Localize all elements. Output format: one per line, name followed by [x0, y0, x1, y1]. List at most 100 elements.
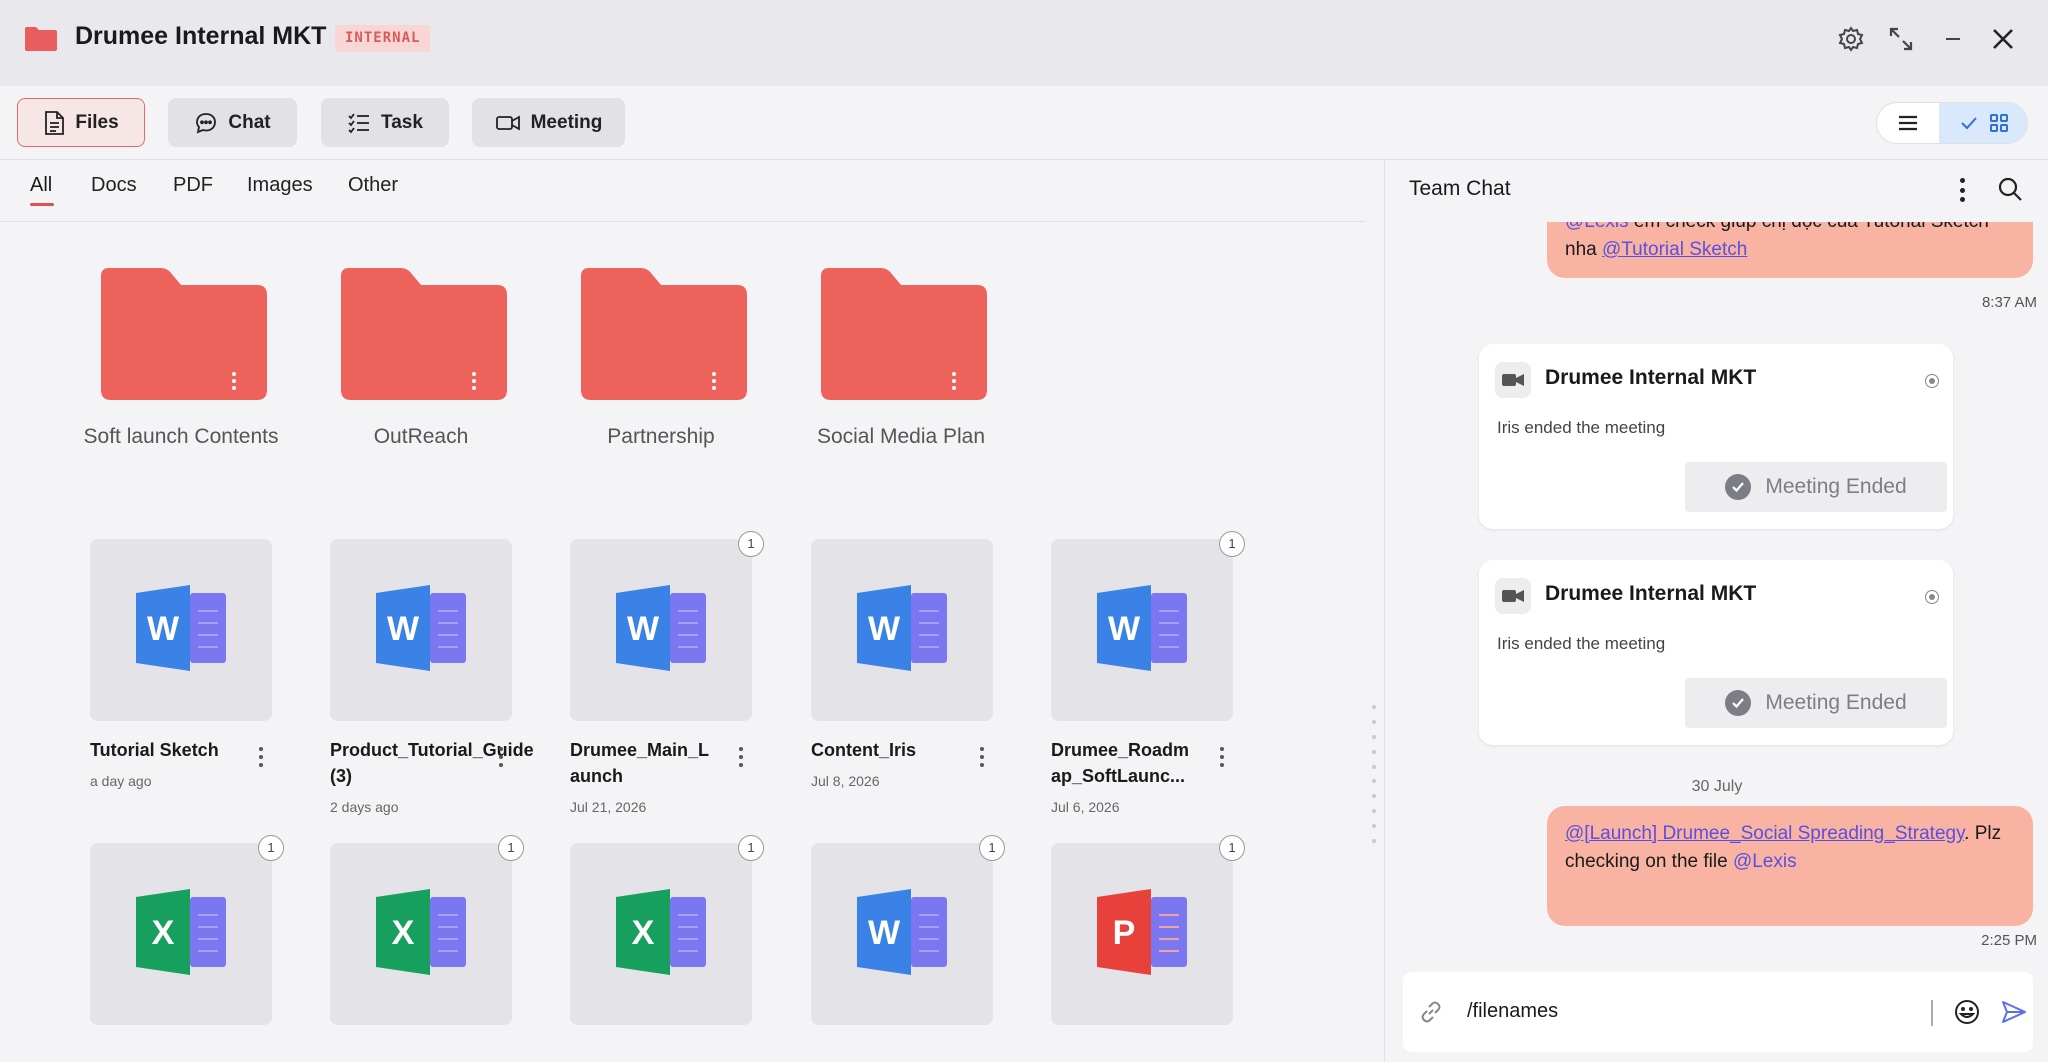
file-name: Product_Tutorial_Guide (3) [330, 740, 534, 786]
svg-text:W: W [868, 914, 901, 952]
word-doc-icon: W [616, 585, 706, 671]
filter-tab-images[interactable]: Images [247, 174, 313, 197]
excel-sheet-icon: X [376, 889, 466, 975]
folder-icon [25, 27, 57, 51]
folder-label: OutReach [373, 425, 469, 448]
svg-text:X: X [392, 914, 415, 952]
message-input[interactable] [1467, 994, 1897, 1028]
send-icon[interactable] [2001, 1000, 2027, 1024]
chat-button[interactable]: Chat [168, 98, 297, 147]
toolbar: Files Chat Task Meeting [0, 86, 2048, 160]
meeting-ended-label: Meeting Ended [1765, 691, 1907, 714]
grid-view-button[interactable] [1939, 103, 2027, 143]
mention-link[interactable]: @Tutorial Sketch [1602, 239, 1747, 260]
folder-label: Partnership [607, 425, 715, 448]
emoji-icon[interactable] [1953, 998, 1981, 1026]
chat-bubble-icon [196, 112, 217, 133]
word-doc-icon: W [136, 585, 226, 671]
file-name: Drumee_Main_Launch [570, 740, 710, 786]
files-button[interactable]: Files [17, 98, 145, 147]
word-doc-icon: W [1097, 585, 1187, 671]
meeting-title: Drumee Internal MKT [1545, 582, 1757, 605]
file-date: 2 days ago [330, 799, 399, 815]
folder-menu-icon[interactable] [711, 372, 717, 390]
svg-text:P: P [1113, 914, 1136, 952]
task-button-label: Task [381, 111, 423, 133]
message-composer [1403, 972, 2033, 1052]
folder-menu-icon[interactable] [471, 372, 477, 390]
files-panel: All Docs PDF Images Other Soft launch Co… [0, 160, 1384, 1062]
meeting-status-text: Iris ended the meeting [1497, 418, 1666, 437]
file-thumbnail: W [1051, 539, 1233, 721]
file-name: Tutorial Sketch [90, 740, 219, 760]
meeting-ended-button: Meeting Ended [1685, 462, 1947, 512]
grid-view-icon [1990, 114, 2008, 132]
svg-text:W: W [1108, 610, 1141, 648]
meeting-card: Drumee Internal MKT Iris ended the meeti… [1479, 560, 1953, 745]
excel-sheet-icon: X [136, 889, 226, 975]
file-thumbnail: W [811, 539, 993, 721]
svg-text:W: W [868, 610, 901, 648]
file-menu-icon[interactable] [498, 747, 504, 767]
chat-button-label: Chat [228, 111, 271, 133]
filter-tab-docs[interactable]: Docs [91, 174, 137, 197]
folder-menu-icon[interactable] [951, 372, 957, 390]
status-indicator-icon [1925, 374, 1939, 388]
file-name: Drumee_Roadmap_SoftLaunc... [1051, 740, 1190, 786]
gear-icon[interactable] [1834, 22, 1868, 56]
svg-text:W: W [147, 610, 180, 648]
panel-resize-handle[interactable] [1372, 705, 1376, 843]
task-button[interactable]: Task [321, 98, 449, 147]
folder-menu-icon[interactable] [231, 372, 237, 390]
file-date: Jul 6, 2026 [1051, 799, 1120, 815]
link-icon[interactable] [1419, 1000, 1443, 1024]
meeting-ended-button: Meeting Ended [1685, 678, 1947, 728]
svg-text:X: X [152, 914, 175, 952]
file-date: Jul 8, 2026 [811, 773, 880, 789]
checkmark-icon [1961, 117, 1977, 130]
folder-icon [101, 268, 267, 400]
filter-tab-other[interactable]: Other [348, 174, 398, 197]
meeting-title: Drumee Internal MKT [1545, 366, 1757, 389]
file-thumbnail: P [1051, 843, 1233, 1025]
file-thumbnail: X [90, 843, 272, 1025]
file-thumbnail: W [90, 539, 272, 721]
folder-label: Social Media Plan [816, 425, 986, 448]
minimize-icon[interactable] [1936, 22, 1970, 56]
status-indicator-icon [1925, 590, 1939, 604]
search-icon[interactable] [1997, 176, 2023, 202]
file-thumbnail: X [330, 843, 512, 1025]
powerpoint-icon: P [1097, 889, 1187, 975]
mention-link[interactable]: @[Launch] Drumee_Social Spreading_Strate… [1565, 823, 1964, 844]
title-bar: Drumee Internal MKT INTERNAL [0, 0, 2048, 86]
version-badge: 1 [1219, 835, 1245, 861]
chat-header: Team Chat [1385, 160, 2048, 222]
file-date: Jul 21, 2026 [570, 799, 647, 815]
file-menu-icon[interactable] [738, 747, 744, 767]
version-badge: 1 [738, 531, 764, 557]
excel-sheet-icon: X [616, 889, 706, 975]
meeting-card: Drumee Internal MKT Iris ended the meeti… [1479, 344, 1953, 529]
filter-tab-pdf[interactable]: PDF [173, 174, 213, 197]
message-time: 2:25 PM [1981, 932, 2037, 949]
files-button-label: Files [75, 111, 119, 133]
file-thumbnail: X [570, 843, 752, 1025]
file-name: Content_Iris [811, 740, 917, 760]
filter-tab-all[interactable]: All [30, 174, 52, 197]
list-view-button[interactable] [1877, 103, 1939, 143]
folder-label: Soft launch Contents [83, 425, 279, 448]
file-menu-icon[interactable] [979, 747, 985, 767]
svg-text:W: W [387, 610, 420, 648]
mention-link[interactable]: @Lexis [1733, 851, 1797, 872]
meeting-ended-label: Meeting Ended [1765, 475, 1907, 498]
close-icon[interactable] [1986, 22, 2020, 56]
version-badge: 1 [258, 835, 284, 861]
file-menu-icon[interactable] [258, 747, 264, 767]
expand-icon[interactable] [1884, 22, 1918, 56]
view-mode-toggle [1876, 102, 2028, 144]
more-options-icon[interactable] [1959, 178, 1965, 202]
word-doc-icon: W [376, 585, 466, 671]
file-menu-icon[interactable] [1219, 747, 1225, 767]
file-icon [45, 110, 65, 135]
meeting-button[interactable]: Meeting [472, 98, 625, 147]
